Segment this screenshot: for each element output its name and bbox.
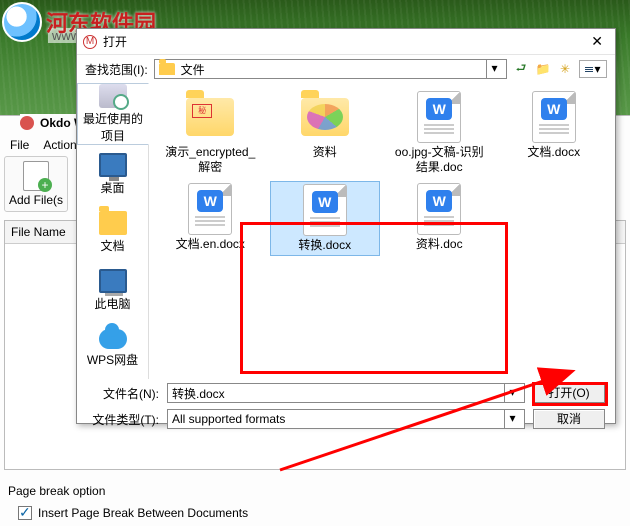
add-file-icon [23, 161, 49, 191]
app-toolbar: Add File(s [4, 156, 68, 212]
place-wps[interactable]: WPS网盘 [77, 319, 148, 377]
file-label: 资料 [313, 145, 337, 160]
watermark-logo [2, 2, 42, 42]
file-label: oo.jpg-文稿-识别结果.doc [389, 145, 489, 175]
file-item[interactable]: Woo.jpg-文稿-识别结果.doc [384, 89, 495, 177]
add-file-button[interactable]: Add File(s [4, 156, 68, 212]
filename-label: 文件名(N): [87, 385, 159, 402]
filename-input[interactable]: 转换.docx ▾ [167, 383, 525, 403]
up-folder-icon[interactable]: 📁 [535, 61, 551, 77]
file-label: 演示_encrypted_解密 [160, 145, 260, 175]
open-button[interactable]: 打开(O) [533, 383, 605, 403]
place-label: WPS网盘 [87, 351, 138, 368]
file-item[interactable]: W 转换.docx [270, 181, 381, 256]
place-documents[interactable]: 文档 [77, 203, 148, 261]
view-mode-button[interactable]: ▾ [579, 60, 607, 78]
list-icon [585, 67, 593, 72]
place-thispc[interactable]: 此电脑 [77, 261, 148, 319]
pagebreak-label: Insert Page Break Between Documents [38, 506, 248, 520]
back-icon[interactable]: ⮐ [513, 61, 529, 77]
file-item[interactable]: W 资料.doc [384, 181, 495, 256]
cloud-icon [99, 329, 127, 349]
cancel-button[interactable]: 取消 [533, 409, 605, 429]
filetype-value: All supported formats [172, 412, 285, 426]
dialog-titlebar[interactable]: M 打开 ✕ [77, 29, 615, 55]
file-item[interactable]: W 文档.en.docx [155, 181, 266, 256]
dialog-icon: M [83, 35, 97, 49]
places-sidebar: 最近使用的项目 桌面 文档 此电脑 WPS网盘 [77, 83, 149, 379]
pagebreak-checkbox-row[interactable]: Insert Page Break Between Documents [18, 506, 248, 520]
file-grid[interactable]: 秘演示_encrypted_解密资料Woo.jpg-文稿-识别结果.docW文档… [149, 83, 615, 379]
lookin-row: 查找范围(I): 文件 ▾ ⮐ 📁 ✳ ▾ [77, 55, 615, 83]
file-label: 文档.docx [527, 145, 580, 160]
dialog-bottom: 文件名(N): 转换.docx ▾ 打开(O) 文件类型(T): All sup… [77, 379, 615, 433]
nav-icon-group: ⮐ 📁 ✳ ▾ [513, 60, 607, 78]
file-item[interactable]: W 文档.docx [499, 89, 610, 177]
place-recent[interactable]: 最近使用的项目 [77, 83, 149, 145]
file-label: 资料.doc [416, 237, 463, 252]
chevron-down-icon[interactable]: ▾ [504, 410, 520, 428]
menu-file[interactable]: File [4, 136, 35, 154]
documents-icon [99, 211, 127, 235]
folder-icon [159, 63, 175, 75]
place-desktop[interactable]: 桌面 [77, 145, 148, 203]
dialog-title: 打开 [103, 33, 127, 50]
file-label: 文档.en.docx [176, 237, 245, 252]
document-icon: W [303, 184, 347, 236]
close-icon[interactable]: ✕ [585, 33, 609, 50]
place-label: 桌面 [100, 179, 124, 196]
pc-icon [99, 269, 127, 293]
document-icon: W [532, 91, 576, 143]
document-icon: W [188, 183, 232, 235]
new-folder-icon[interactable]: ✳ [557, 61, 573, 77]
recent-icon [99, 84, 127, 108]
desktop-icon [99, 153, 127, 177]
folder-icon [301, 98, 349, 136]
file-label: 转换.docx [298, 238, 351, 253]
document-icon: W [417, 183, 461, 235]
filename-value: 转换.docx [172, 385, 225, 402]
file-open-dialog: M 打开 ✕ 查找范围(I): 文件 ▾ ⮐ 📁 ✳ ▾ 最近使用的项目 [76, 28, 616, 424]
file-item[interactable]: 资料 [270, 89, 381, 177]
folder-icon: 秘 [186, 98, 234, 136]
place-label: 文档 [100, 237, 124, 254]
app-icon [20, 116, 34, 130]
file-item[interactable]: 秘演示_encrypted_解密 [155, 89, 266, 177]
pagebreak-group-label: Page break option [8, 484, 105, 498]
chevron-down-icon[interactable]: ▾ [504, 384, 520, 402]
checkbox-icon[interactable] [18, 506, 32, 520]
place-label: 最近使用的项目 [78, 110, 148, 144]
place-label: 此电脑 [94, 295, 130, 312]
lookin-combo[interactable]: 文件 ▾ [154, 59, 507, 79]
lookin-label: 查找范围(I): [85, 61, 148, 78]
add-file-label: Add File(s [9, 193, 63, 207]
chevron-down-icon: ▾ [594, 62, 600, 76]
filetype-combo[interactable]: All supported formats ▾ [167, 409, 525, 429]
filetype-label: 文件类型(T): [87, 411, 159, 428]
lookin-value: 文件 [181, 61, 205, 78]
chevron-down-icon[interactable]: ▾ [486, 60, 502, 78]
document-icon: W [417, 91, 461, 143]
